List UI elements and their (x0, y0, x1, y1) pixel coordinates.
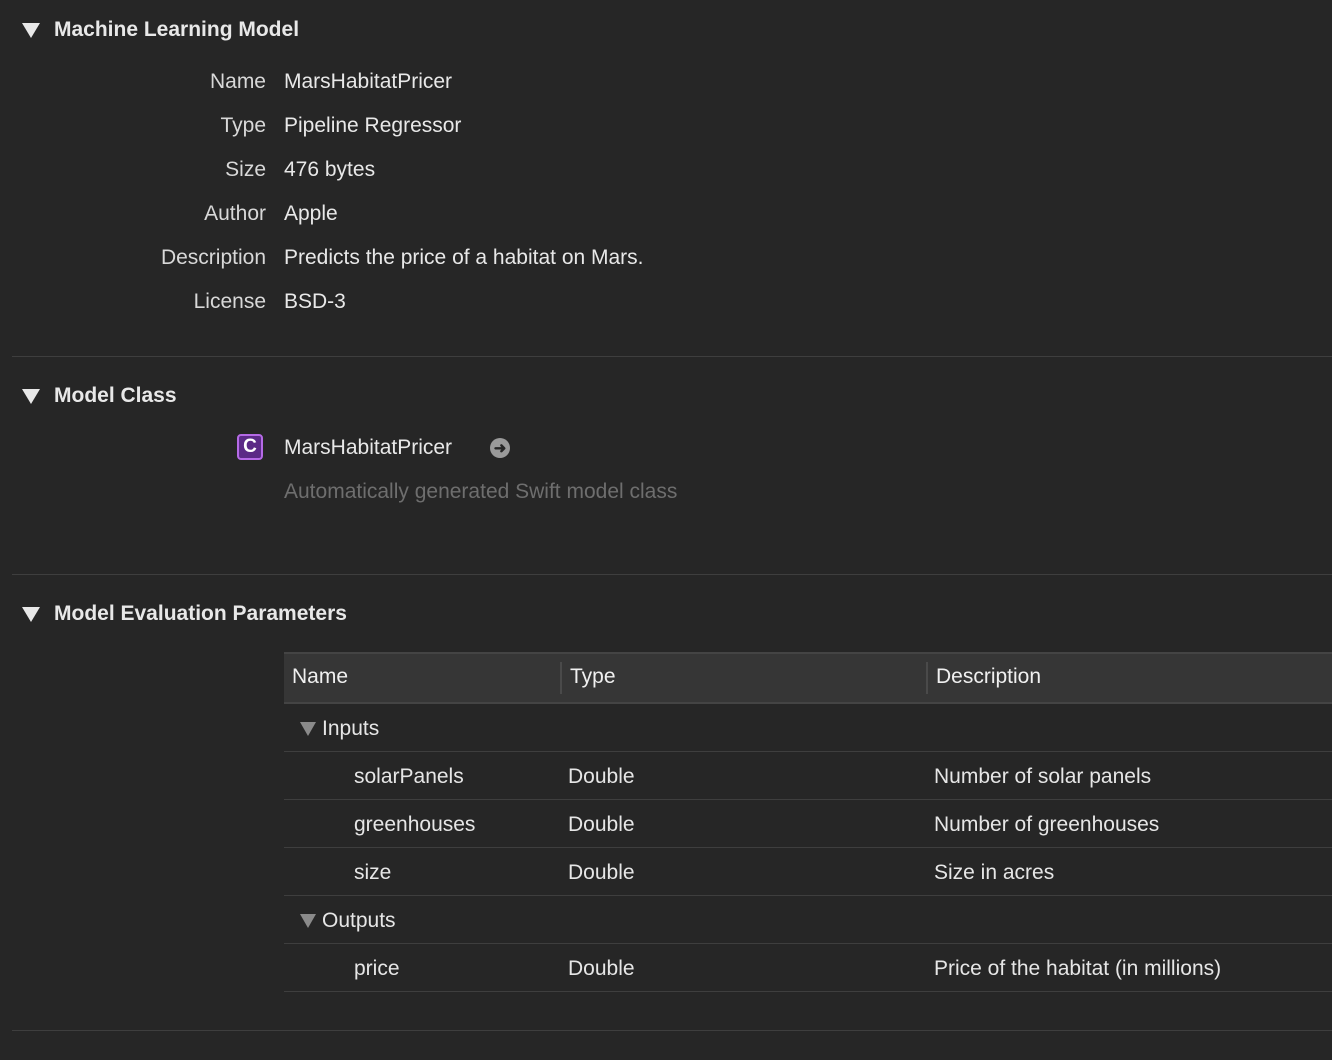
divider (12, 574, 1332, 575)
disclosure-triangle-icon[interactable] (300, 914, 316, 928)
author-label: Author (204, 202, 266, 225)
group-row-outputs[interactable]: Outputs (284, 896, 1332, 944)
size-label: Size (225, 158, 266, 181)
description-label: Description (160, 246, 266, 269)
type-label: Type (220, 114, 266, 137)
section-title: Machine Learning Model (54, 18, 300, 41)
class-icon: C (237, 434, 263, 460)
disclosure-triangle-icon[interactable] (22, 22, 40, 38)
name-value: MarsHabitatPricer (284, 70, 453, 93)
param-description: Number of greenhouses (934, 813, 1160, 836)
section-header-machine-learning-model[interactable]: Machine Learning Model (22, 18, 299, 42)
table-header: Name Type Description (284, 652, 1332, 704)
disclosure-triangle-icon[interactable] (22, 388, 40, 404)
column-separator[interactable] (560, 662, 562, 694)
param-description: Size in acres (934, 861, 1055, 884)
type-value: Pipeline Regressor (284, 114, 462, 137)
license-value: BSD-3 (284, 290, 346, 313)
group-row-inputs[interactable]: Inputs (284, 704, 1332, 752)
disclosure-triangle-icon[interactable] (300, 722, 316, 736)
group-label: Inputs (322, 717, 380, 740)
table-row[interactable]: solarPanels Double Number of solar panel… (284, 752, 1332, 800)
param-name: solarPanels (354, 765, 464, 788)
table-row[interactable]: price Double Price of the habitat (in mi… (284, 944, 1332, 992)
column-header-name[interactable]: Name (292, 665, 348, 689)
param-type: Double (568, 957, 635, 980)
param-description: Price of the habitat (in millions) (934, 957, 1222, 980)
divider (12, 356, 1332, 357)
param-name: price (354, 957, 400, 980)
license-label: License (193, 290, 266, 313)
navigate-arrow-icon[interactable]: ➜ (490, 438, 510, 458)
param-type: Double (568, 765, 635, 788)
name-label: Name (209, 70, 266, 93)
description-value: Predicts the price of a habitat on Mars. (284, 246, 644, 269)
divider (12, 1030, 1332, 1031)
column-separator[interactable] (926, 662, 928, 694)
param-description: Number of solar panels (934, 765, 1152, 788)
param-name: greenhouses (354, 813, 476, 836)
section-header-model-evaluation-parameters[interactable]: Model Evaluation Parameters (22, 602, 347, 626)
section-title: Model Class (54, 384, 177, 407)
model-class-name: MarsHabitatPricer (284, 436, 453, 459)
model-class-subtitle: Automatically generated Swift model clas… (284, 480, 678, 503)
table-row[interactable]: greenhouses Double Number of greenhouses (284, 800, 1332, 848)
section-title: Model Evaluation Parameters (54, 602, 347, 625)
param-type: Double (568, 861, 635, 884)
column-header-description[interactable]: Description (936, 665, 1041, 689)
author-value: Apple (284, 202, 338, 225)
disclosure-triangle-icon[interactable] (22, 606, 40, 622)
table-row[interactable]: size Double Size in acres (284, 848, 1332, 896)
parameters-table: Name Type Description Inputs solarPanels… (284, 652, 1332, 992)
param-type: Double (568, 813, 635, 836)
size-value: 476 bytes (284, 158, 376, 181)
group-label: Outputs (322, 909, 396, 932)
column-header-type[interactable]: Type (570, 665, 616, 689)
section-header-model-class[interactable]: Model Class (22, 384, 177, 408)
param-name: size (354, 861, 392, 884)
